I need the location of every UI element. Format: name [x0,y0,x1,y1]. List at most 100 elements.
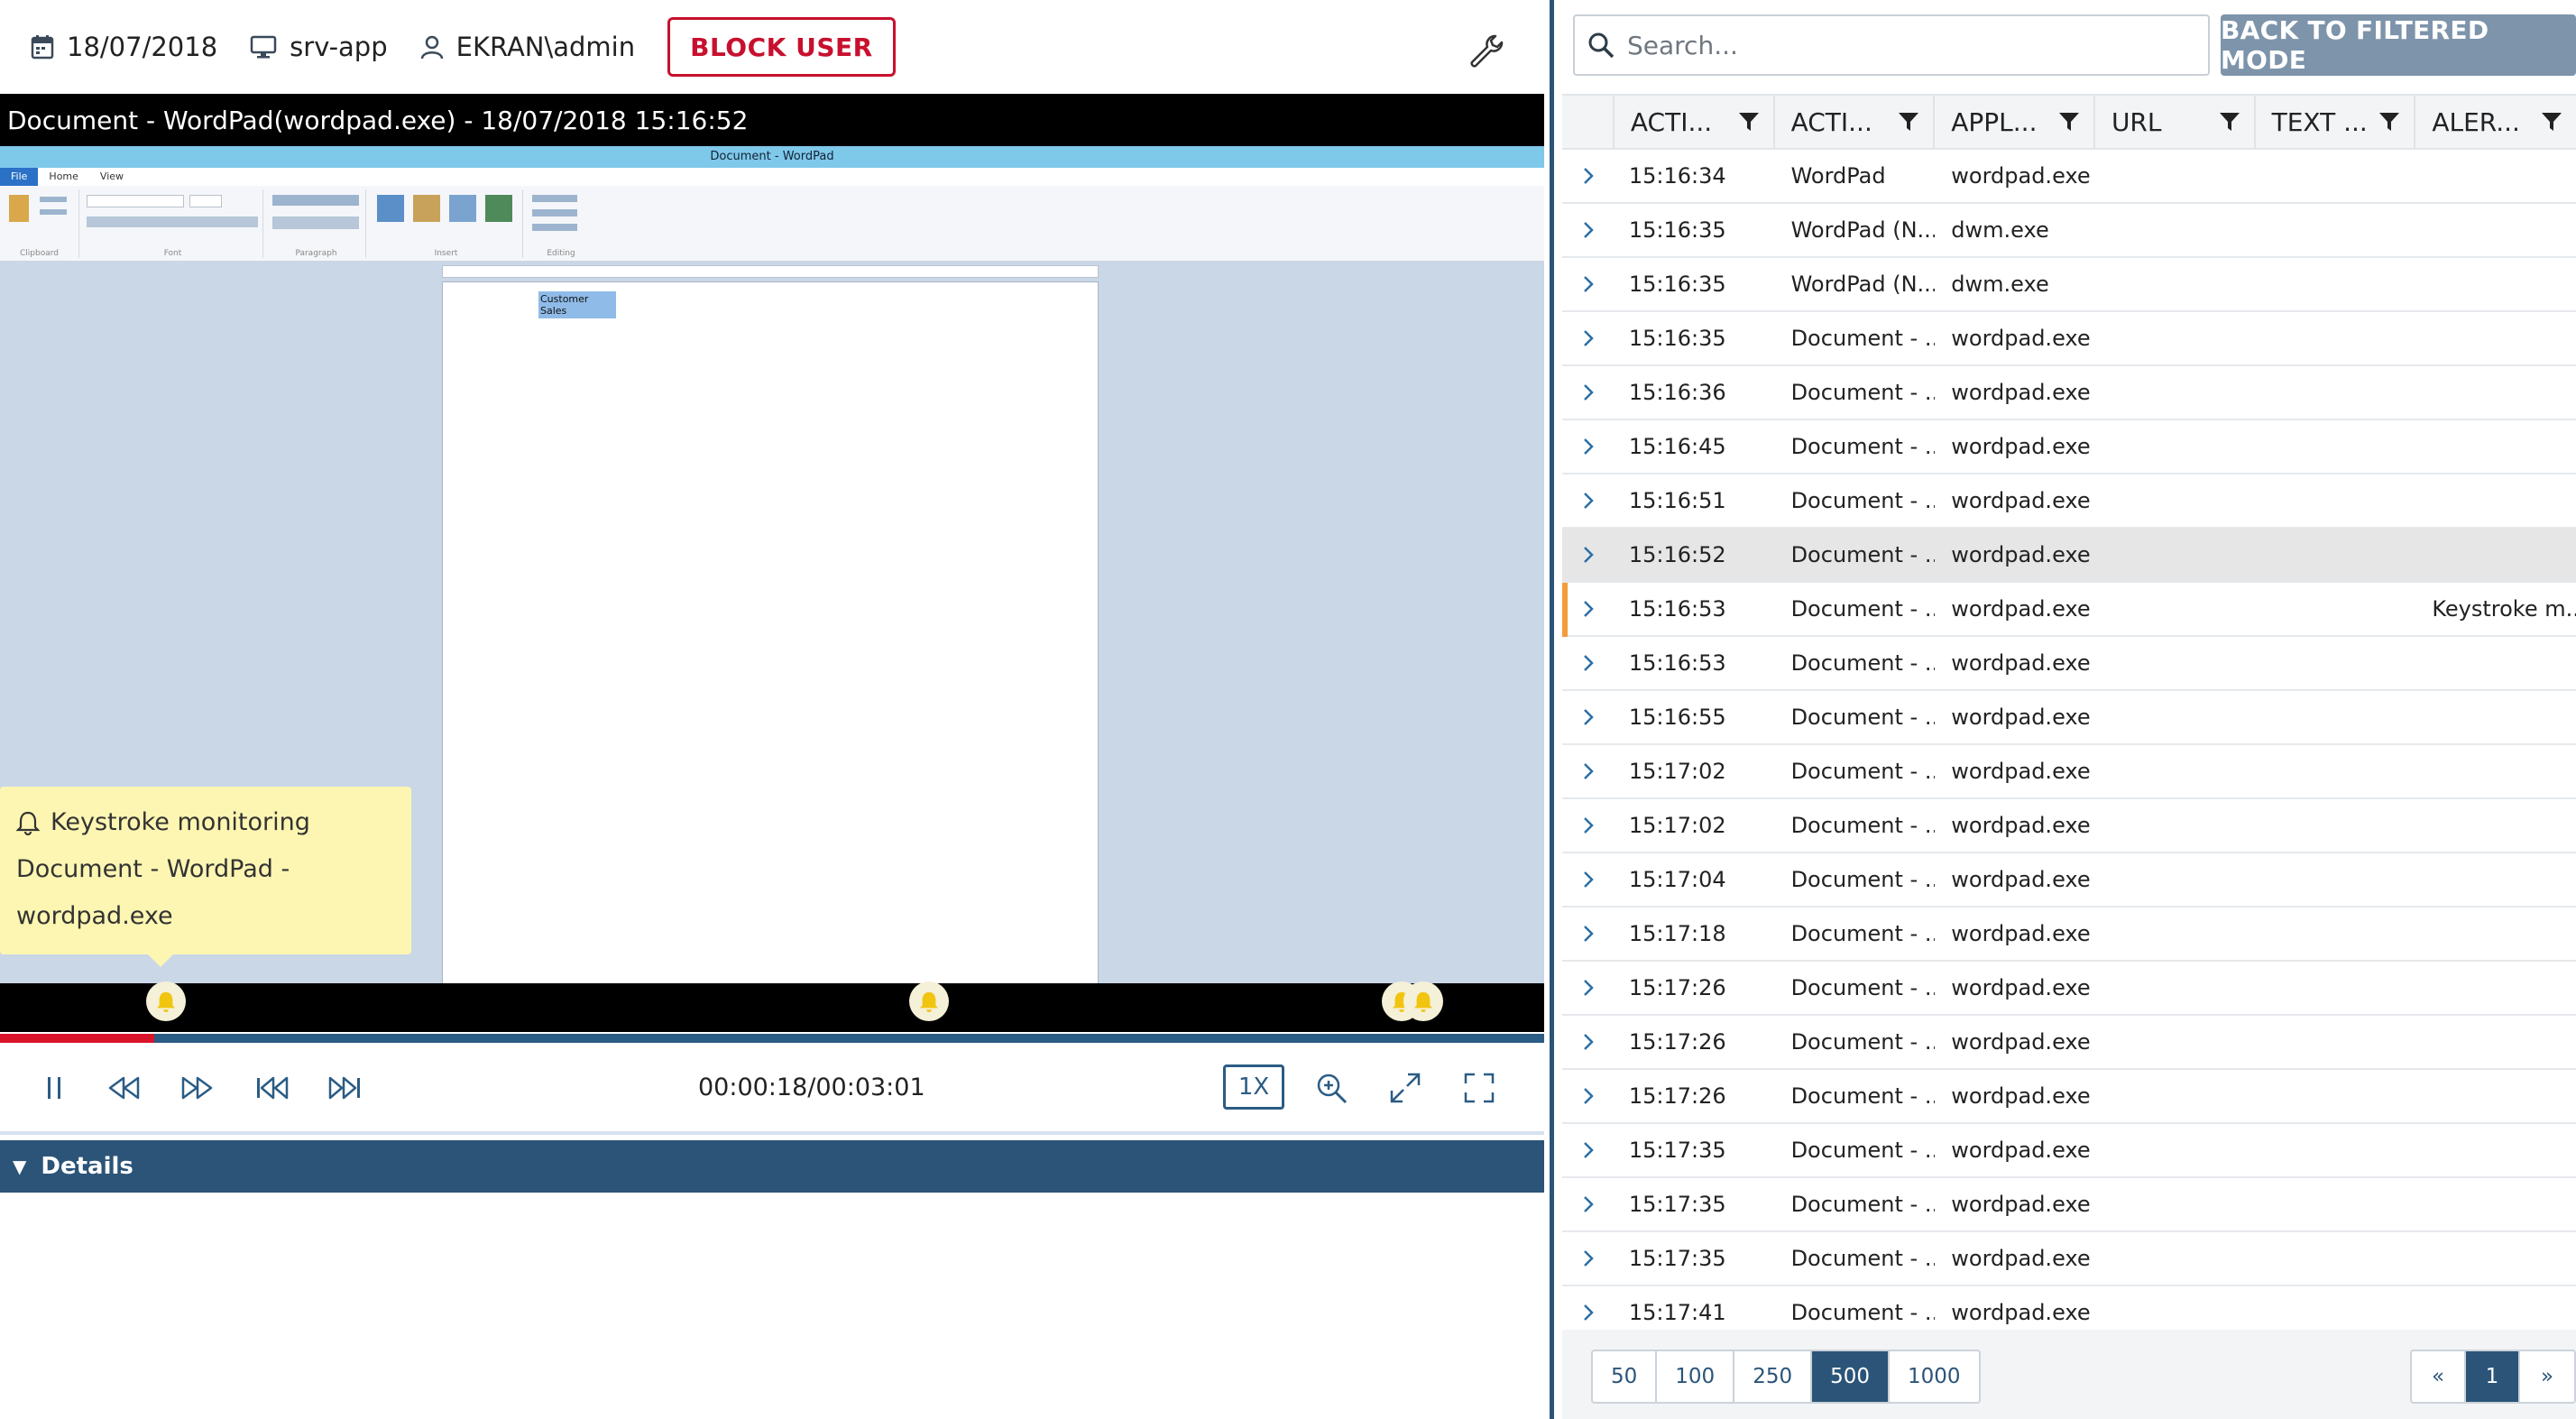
cell-application: wordpad.exe [1951,975,2091,1000]
row-expand-button[interactable] [1562,382,1615,402]
row-expand-button[interactable] [1562,274,1615,294]
page-size-option[interactable]: 100 [1657,1351,1735,1402]
chevron-right-icon [1584,168,1594,184]
row-expand-button[interactable] [1562,653,1615,673]
table-row[interactable]: 15:17:02 Document - ... wordpad.exe [1562,799,2576,853]
filter-icon[interactable] [2057,110,2081,134]
skip-to-start-button[interactable] [249,1064,296,1111]
row-expand-button[interactable] [1562,437,1615,456]
pause-button[interactable] [31,1064,78,1111]
row-expand-button[interactable] [1562,545,1615,565]
bell-icon [919,991,939,1012]
table-row[interactable]: 15:16:35 Document - ... wordpad.exe [1562,312,2576,366]
page-button-current[interactable]: 1 [2466,1351,2520,1402]
back-to-filtered-mode-button[interactable]: BACK TO FILTERED MODE [2221,14,2576,76]
table-row[interactable]: 15:17:41 Document - ... wordpad.exe [1562,1286,2576,1328]
table-row[interactable]: 15:16:53 Document - ... wordpad.exe Keystro… [1562,583,2576,637]
table-row[interactable]: 15:17:35 Document - ... wordpad.exe [1562,1124,2576,1178]
last-page-button[interactable]: » [2520,1351,2574,1402]
column-header-application[interactable]: APPL... [1935,96,2095,148]
cell-activity-time: 15:16:55 [1628,705,1726,730]
chevron-right-icon [1584,1034,1594,1050]
timeline-track[interactable] [0,983,1544,1032]
playback-progress-bar[interactable] [0,1034,1544,1043]
table-row[interactable]: 15:16:53 Document - ... wordpad.exe [1562,637,2576,691]
cell-activity-time: 15:16:36 [1628,380,1726,405]
block-user-button[interactable]: BLOCK USER [667,17,896,77]
table-row[interactable]: 15:16:35 WordPad (N... dwm.exe [1562,204,2576,258]
table-row[interactable]: 15:16:55 Document - ... wordpad.exe [1562,691,2576,745]
table-row[interactable]: 15:17:26 Document - ... wordpad.exe [1562,962,2576,1016]
fast-forward-icon [181,1076,213,1100]
search-input[interactable] [1627,30,2168,60]
row-expand-button[interactable] [1562,599,1615,619]
table-row[interactable]: 15:16:51 Document - ... wordpad.exe [1562,475,2576,529]
cell-activity-title: Document - ... [1790,1138,1936,1163]
column-header-text[interactable]: TEXT ... [2256,96,2416,148]
filter-icon[interactable] [2218,110,2241,134]
expand-button[interactable] [1382,1064,1429,1111]
fast-forward-button[interactable] [173,1064,220,1111]
table-row[interactable]: 15:16:45 Document - ... wordpad.exe [1562,420,2576,475]
row-expand-button[interactable] [1562,1249,1615,1268]
row-expand-button[interactable] [1562,707,1615,727]
column-header-url[interactable]: URL [2095,96,2256,148]
row-expand-button[interactable] [1562,870,1615,889]
row-expand-button[interactable] [1562,924,1615,944]
table-row[interactable]: 15:16:35 WordPad (N... dwm.exe [1562,258,2576,312]
filter-icon[interactable] [1737,110,1761,134]
table-row[interactable]: 15:17:04 Document - ... wordpad.exe [1562,853,2576,908]
cell-application: wordpad.exe [1951,596,2091,622]
cell-application: wordpad.exe [1951,813,2091,838]
row-expand-button[interactable] [1562,1194,1615,1214]
wrench-icon[interactable] [1468,32,1504,69]
row-expand-button[interactable] [1562,491,1615,511]
table-row[interactable]: 15:16:52 Document - ... wordpad.exe [1562,529,2576,583]
rewind-button[interactable] [101,1064,148,1111]
row-expand-button[interactable] [1562,978,1615,998]
table-row[interactable]: 15:17:35 Document - ... wordpad.exe [1562,1178,2576,1232]
table-row[interactable]: 15:17:26 Document - ... wordpad.exe [1562,1016,2576,1070]
row-expand-button[interactable] [1562,328,1615,348]
timeline-alert-marker[interactable] [1403,981,1443,1021]
pane-divider[interactable] [1550,0,1554,1419]
table-row[interactable]: 15:16:34 WordPad wordpad.exe [1562,150,2576,204]
first-page-button[interactable]: « [2412,1351,2466,1402]
column-header-activity-time[interactable]: ACTI... [1615,96,1775,148]
timeline-alert-marker[interactable] [146,981,186,1021]
row-expand-button[interactable] [1562,220,1615,240]
timeline-alert-marker[interactable] [909,981,949,1021]
zoom-button[interactable] [1308,1064,1355,1111]
filter-icon[interactable] [2540,110,2563,134]
wordpad-titlebar: Document - WordPad [0,146,1544,168]
row-expand-button[interactable] [1562,1032,1615,1052]
table-row[interactable]: 15:17:02 Document - ... wordpad.exe [1562,745,2576,799]
row-expand-button[interactable] [1562,166,1615,186]
column-header-alert[interactable]: ALER... [2415,96,2576,148]
bell-icon [156,991,176,1012]
row-expand-button[interactable] [1562,1303,1615,1322]
table-row[interactable]: 15:17:26 Document - ... wordpad.exe [1562,1070,2576,1124]
column-header-activity-title[interactable]: ACTI... [1775,96,1936,148]
playback-speed-button[interactable]: 1X [1223,1064,1284,1110]
page-size-option[interactable]: 1000 [1890,1351,1979,1402]
cell-activity-time: 15:17:35 [1628,1138,1726,1163]
row-expand-button[interactable] [1562,761,1615,781]
zoom-in-icon [1317,1073,1348,1104]
row-expand-button[interactable] [1562,1086,1615,1106]
fullscreen-button[interactable] [1456,1064,1503,1111]
bell-icon [1413,991,1433,1012]
table-row[interactable]: 15:17:18 Document - ... wordpad.exe [1562,908,2576,962]
row-expand-button[interactable] [1562,815,1615,835]
page-size-option[interactable]: 50 [1593,1351,1658,1402]
filter-icon[interactable] [1897,110,1920,134]
details-toggle[interactable]: ▼ Details [0,1140,1544,1193]
filter-icon[interactable] [2378,110,2401,134]
page-size-option[interactable]: 250 [1734,1351,1813,1402]
table-row[interactable]: 15:16:36 Document - ... wordpad.exe [1562,366,2576,420]
page-size-option[interactable]: 500 [1812,1351,1890,1402]
skip-to-end-button[interactable] [321,1064,368,1111]
table-row[interactable]: 15:17:35 Document - ... wordpad.exe [1562,1232,2576,1286]
row-expand-button[interactable] [1562,1140,1615,1160]
ribbon-group-paragraph: Paragraph [267,189,366,258]
